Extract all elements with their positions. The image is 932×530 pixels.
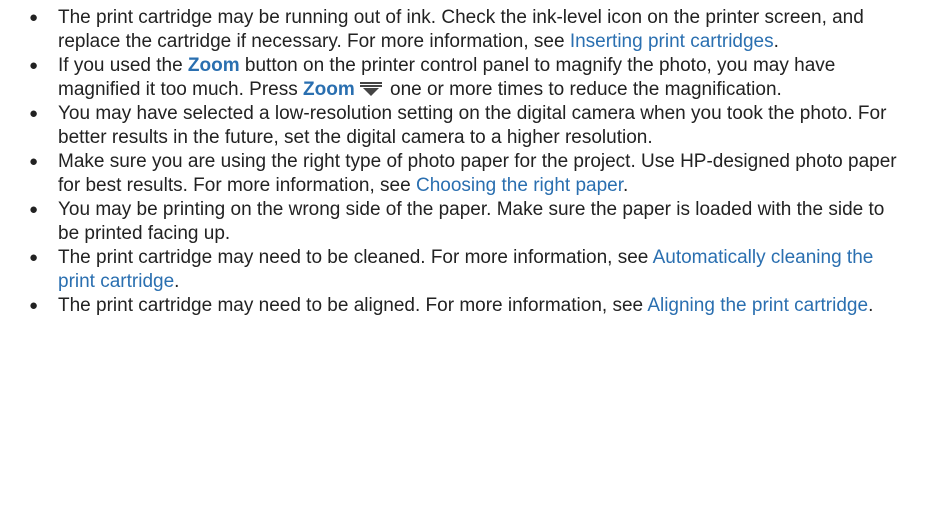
item-text-end: . bbox=[174, 271, 180, 292]
list-item-cleaning: ● The print cartridge may need to be clea… bbox=[0, 246, 932, 294]
list-item-ink-level: ● The print cartridge may be running out … bbox=[0, 6, 932, 54]
list-item-photo-paper: ● Make sure you are using the right type … bbox=[0, 150, 932, 198]
list-item-zoom: ● If you used the Zoom button on the prin… bbox=[0, 54, 932, 102]
link-choosing-the-right-paper[interactable]: Choosing the right paper bbox=[416, 175, 623, 196]
item-text-end: . bbox=[623, 175, 629, 196]
bullet-icon: ● bbox=[29, 297, 39, 314]
link-inserting-print-cartridges[interactable]: Inserting print cartridges bbox=[570, 31, 774, 52]
item-text-end: one or more times to reduce the magnific… bbox=[384, 79, 782, 100]
bullet-icon: ● bbox=[29, 153, 39, 170]
zoom-button-label: Zoom bbox=[303, 79, 355, 100]
zoom-button-label: Zoom bbox=[187, 55, 240, 76]
item-text: The print cartridge may need to be clean… bbox=[58, 247, 653, 268]
bullet-icon: ● bbox=[29, 105, 39, 122]
item-text-end: . bbox=[773, 31, 779, 52]
bullet-icon: ● bbox=[29, 249, 39, 266]
item-text: The print cartridge may need to be align… bbox=[58, 295, 648, 316]
bullet-icon: ● bbox=[29, 201, 39, 218]
bullet-icon: ● bbox=[29, 57, 39, 74]
item-text: You may be printing on the wrong side of… bbox=[58, 199, 885, 244]
list-item-wrong-side: ● You may be printing on the wrong side o… bbox=[0, 198, 932, 246]
item-text: If you used the bbox=[58, 55, 188, 76]
list-item-aligning: ● The print cartridge may need to be alig… bbox=[0, 294, 932, 318]
item-text: You may have selected a low-resolution s… bbox=[58, 103, 887, 148]
list-item-resolution: ● You may have selected a low-resolution … bbox=[0, 102, 932, 150]
bullet-icon: ● bbox=[29, 9, 39, 26]
item-text-end: . bbox=[868, 295, 874, 316]
link-aligning-the-print-cartridge[interactable]: Aligning the print cartridge bbox=[647, 295, 868, 316]
zoom-out-icon bbox=[359, 80, 383, 96]
troubleshooting-list: ● The print cartridge may be running out … bbox=[0, 0, 932, 318]
